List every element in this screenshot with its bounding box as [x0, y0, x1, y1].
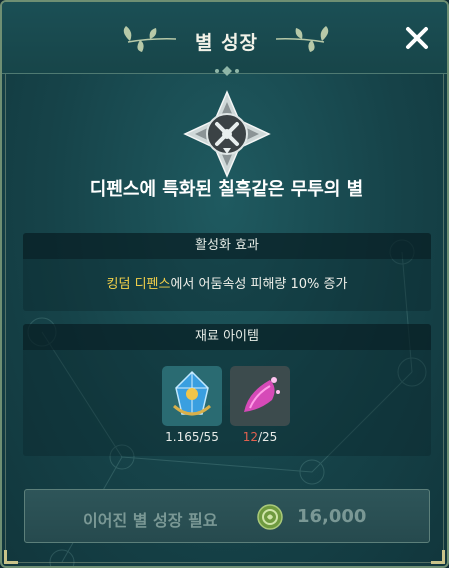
star-growth-cost: 16,000	[297, 506, 367, 527]
materials-heading: 재료 아이템	[23, 324, 431, 350]
activation-effect-section: 활성화 효과 킹덤 디펜스에서 어둠속성 피해량 10% 증가	[23, 233, 431, 311]
page-title: 별 성장	[194, 32, 259, 54]
corner-ornament	[4, 550, 18, 564]
close-button[interactable]	[403, 24, 431, 52]
diamond-ornament-icon	[215, 66, 239, 76]
effect-text: 에서 어둠속성 피해량 10% 증가	[170, 277, 348, 292]
effect-highlight: 킹덤 디펜스	[106, 277, 171, 292]
star-growth-button-label: 이어진 별 성장 필요	[83, 511, 218, 530]
corner-ornament	[431, 550, 445, 564]
star-name: 디펜스에 특화된 칠흑같은 무투의 별	[89, 179, 364, 200]
panel-header: 별 성장	[2, 2, 447, 76]
material-item-blue-crystal[interactable]	[162, 366, 222, 426]
leaf-ornament-right-icon	[275, 26, 329, 52]
star-emblem-icon	[183, 90, 271, 178]
material-count-pink-star-fragment: 12/25	[242, 430, 278, 444]
effect-description: 킹덤 디펜스에서 어둠속성 피해량 10% 증가	[23, 273, 431, 292]
effect-heading: 활성화 효과	[23, 233, 431, 259]
blue-crystal-icon	[173, 370, 211, 416]
star-growth-button[interactable]: 이어진 별 성장 필요 16,000	[24, 489, 430, 543]
material-item-pink-star-fragment[interactable]	[230, 366, 290, 426]
star-growth-panel: 별 성장 디펜스에 특화된 칠흑같은 무투의 별 활성화 효과 킹덤 디펜스에서…	[0, 0, 449, 568]
pink-star-fragment-icon	[244, 377, 280, 412]
materials-section: 재료 아이템 1.165/55 12/25	[23, 324, 431, 456]
coin-icon	[257, 504, 283, 530]
